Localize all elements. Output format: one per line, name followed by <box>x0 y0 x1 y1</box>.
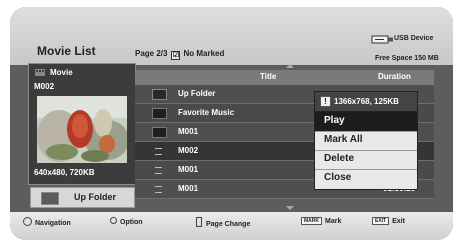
column-duration: Duration <box>378 72 411 81</box>
hint-mark-label: Mark <box>325 218 342 225</box>
page-number: Page 2/3 <box>135 49 168 58</box>
movie-file-icon <box>155 167 162 174</box>
usb-device-label: USB Device <box>394 35 434 42</box>
list-item-label: M001 <box>178 127 199 136</box>
popup-file-details: 1366x768, 125KB <box>334 97 399 106</box>
menu-item-label: Mark All <box>324 134 363 145</box>
up-folder-button-label: Up Folder <box>74 192 116 202</box>
scroll-up-arrow-icon[interactable] <box>286 64 294 68</box>
hint-exit: EXIT Exit <box>372 217 405 225</box>
header-bar: Movie List USB Device Free Space 150 MB <box>10 7 453 65</box>
list-item-label: M002 <box>178 146 199 155</box>
hint-option-label: Option <box>120 219 143 226</box>
mark-key-icon: MARK <box>301 217 322 225</box>
up-folder-button[interactable]: Up Folder <box>30 187 135 208</box>
hint-option: Option <box>110 217 143 226</box>
hint-navigation-label: Navigation <box>35 220 71 227</box>
folder-icon <box>152 127 167 138</box>
list-item-label: Favorite Music <box>178 108 235 117</box>
menu-item-mark-all[interactable]: Mark All <box>315 131 417 151</box>
folder-icon <box>152 108 167 119</box>
up-folder-icon <box>152 89 167 100</box>
marked-status: No Marked <box>183 49 225 58</box>
option-icon <box>110 217 117 224</box>
movie-file-icon <box>155 186 162 193</box>
menu-item-play[interactable]: Play <box>315 112 417 132</box>
menu-item-close[interactable]: Close <box>315 169 417 188</box>
scroll-down-arrow-icon[interactable] <box>286 206 294 210</box>
list-item-label: M001 <box>178 184 199 193</box>
preview-panel: Movie M002 640x480, 720KB <box>28 63 136 185</box>
category-text: Movie <box>50 68 73 77</box>
hint-navigation: Navigation <box>23 217 71 227</box>
marked-checkbox[interactable]: ☑ <box>171 51 181 60</box>
option-popup-menu: ! 1366x768, 125KB Play Mark All Delete C… <box>314 91 418 190</box>
page-change-icon <box>196 217 202 227</box>
up-folder-icon <box>41 192 59 205</box>
info-icon: ! <box>320 96 331 107</box>
page-title: Movie List <box>37 44 96 58</box>
movie-file-icon <box>155 148 162 155</box>
menu-item-label: Close <box>324 172 352 183</box>
preview-filename: M002 <box>34 82 55 91</box>
film-icon <box>35 69 45 76</box>
preview-resolution: 640x480, 720KB <box>34 168 95 177</box>
list-item-label: Up Folder <box>178 89 216 98</box>
popup-file-info: ! 1366x768, 125KB <box>315 92 417 112</box>
column-title: Title <box>260 72 277 81</box>
navigation-icon <box>23 217 32 226</box>
menu-item-delete[interactable]: Delete <box>315 150 417 170</box>
hint-page-change: Page Change <box>196 217 250 228</box>
category-label: Movie <box>35 68 73 77</box>
page-indicator: Page 2/3 ☑ No Marked <box>135 49 224 60</box>
exit-key-icon: EXIT <box>372 217 390 225</box>
free-space-label: Free Space 150 MB <box>375 55 439 62</box>
list-header: Title Duration <box>135 70 434 85</box>
preview-thumbnail <box>37 96 127 163</box>
usb-icon <box>371 35 393 44</box>
hint-exit-label: Exit <box>392 218 405 225</box>
hint-mark: MARK Mark <box>301 217 341 225</box>
menu-item-label: Delete <box>324 153 355 164</box>
menu-item-label: Play <box>324 115 345 126</box>
list-item-label: M001 <box>178 165 199 174</box>
hint-page-change-label: Page Change <box>206 221 251 228</box>
